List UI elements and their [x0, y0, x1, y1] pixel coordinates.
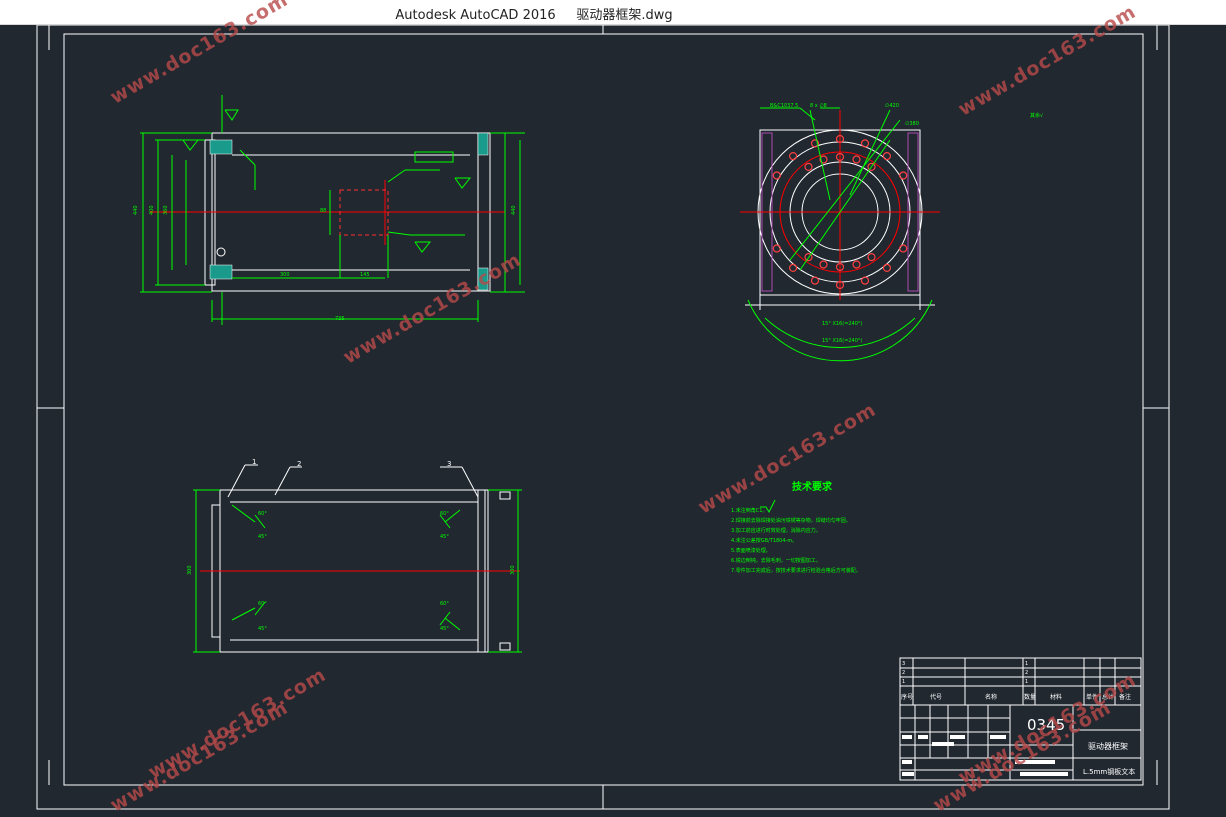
svg-text:60°: 60°	[258, 511, 267, 517]
bolt-hole	[867, 253, 876, 262]
svg-text:15° X16(=240°): 15° X16(=240°)	[822, 338, 862, 344]
note-line: 7.零件加工完成后，按技术要求进行检验合格后方可装配。	[731, 567, 861, 574]
bolt-hole	[810, 276, 820, 285]
notes-heading: 技术要求	[792, 480, 833, 493]
title-block-header: 序号	[901, 693, 913, 701]
svg-text:2: 2	[1025, 670, 1028, 676]
svg-text:45°: 45°	[440, 534, 449, 540]
side-view[interactable]: B&C1037.5 8 x ∅8 ∅420 ∅380 15° X16(=240°…	[740, 103, 1044, 362]
svg-text:360: 360	[163, 205, 169, 215]
svg-text:∅380: ∅380	[905, 121, 919, 127]
svg-text:400: 400	[149, 205, 155, 215]
svg-text:1: 1	[902, 679, 905, 685]
callout-part-3: 3	[447, 460, 451, 468]
bolt-hole	[804, 162, 813, 171]
svg-text:60°: 60°	[440, 601, 449, 607]
svg-text:440: 440	[511, 205, 517, 215]
bolt-hole	[860, 139, 870, 148]
window-title: Autodesk AutoCAD 2016 驱动器框架.dwg	[395, 8, 673, 23]
svg-text:2: 2	[902, 670, 905, 676]
bolt-hole	[882, 152, 892, 161]
svg-text:45°: 45°	[440, 626, 449, 632]
svg-text:B&C1037.5: B&C1037.5	[770, 103, 798, 109]
svg-text:15° X16(=240°): 15° X16(=240°)	[822, 321, 862, 327]
svg-text:1: 1	[1025, 661, 1028, 667]
svg-text:735: 735	[335, 316, 345, 322]
callout-part-2: 2	[297, 460, 301, 468]
note-line: 5.表面喷漆处理。	[731, 547, 771, 554]
svg-text:300: 300	[187, 565, 193, 575]
bolt-hole	[772, 171, 781, 180]
svg-text:145: 145	[360, 272, 370, 278]
svg-text:1: 1	[1025, 679, 1028, 685]
bolt-hole	[819, 260, 828, 269]
company-name: L.5mm钢板文本	[1083, 767, 1135, 776]
bolt-hole	[772, 244, 781, 253]
svg-text:∅420: ∅420	[885, 103, 899, 109]
svg-text:60°: 60°	[258, 601, 267, 607]
note-line: 3.加工前应进行时效处理，消除内应力。	[731, 527, 821, 534]
svg-text:3: 3	[902, 661, 905, 667]
note-line: 6.锐边倒钝，去除毛刺，一切按图加工。	[731, 557, 821, 564]
bolt-hole	[852, 260, 861, 269]
svg-text:60°: 60°	[440, 511, 449, 517]
bolt-hole	[882, 263, 892, 272]
title-block-header: 代号	[930, 693, 942, 701]
window-titlebar: Autodesk AutoCAD 2016 驱动器框架.dwg	[0, 0, 1226, 25]
callout-part-1: 1	[252, 458, 256, 466]
title-block-header: 数量	[1024, 693, 1036, 701]
top-view[interactable]: 1 2 3 60° 45° 60° 45° 60° 45° 60° 45° 30…	[187, 458, 522, 653]
svg-text:45°: 45°	[258, 534, 267, 540]
note-line: 2.焊接前去除焊接处油污铁锈等杂物，焊缝均匀牢固。	[731, 517, 851, 524]
svg-text:300: 300	[510, 565, 516, 575]
svg-text:300: 300	[280, 272, 290, 278]
bolt-hole	[860, 276, 870, 285]
title-block-header: 名称	[985, 693, 997, 701]
note-line: 4.未注公差按GB/T1804-m。	[731, 537, 797, 544]
svg-text:其余√: 其余√	[1030, 112, 1044, 119]
title-block-header: 材料	[1050, 693, 1062, 701]
note-line: 1.未注倒角C1。	[731, 507, 767, 514]
bolt-hole	[852, 155, 861, 164]
bolt-hole	[899, 244, 908, 253]
svg-text:45°: 45°	[258, 626, 267, 632]
drawing-name: 驱动器框架	[1088, 741, 1128, 751]
bolt-hole	[899, 171, 908, 180]
drawing-canvas[interactable]: 440 400 360 440 735 300 145 88 B&C1037.5…	[0, 25, 1226, 813]
svg-text:88: 88	[320, 208, 326, 214]
bolt-hole	[788, 152, 798, 161]
technical-notes[interactable]: 技术要求 1.未注倒角C1。 2.焊接前去除焊接处油污铁锈等杂物，焊缝均匀牢固。 3…	[731, 480, 861, 574]
bolt-hole	[788, 263, 798, 272]
svg-text:440: 440	[133, 205, 139, 215]
sheet-border	[36, 25, 1170, 810]
svg-text:8 x ∅8: 8 x ∅8	[810, 103, 827, 109]
